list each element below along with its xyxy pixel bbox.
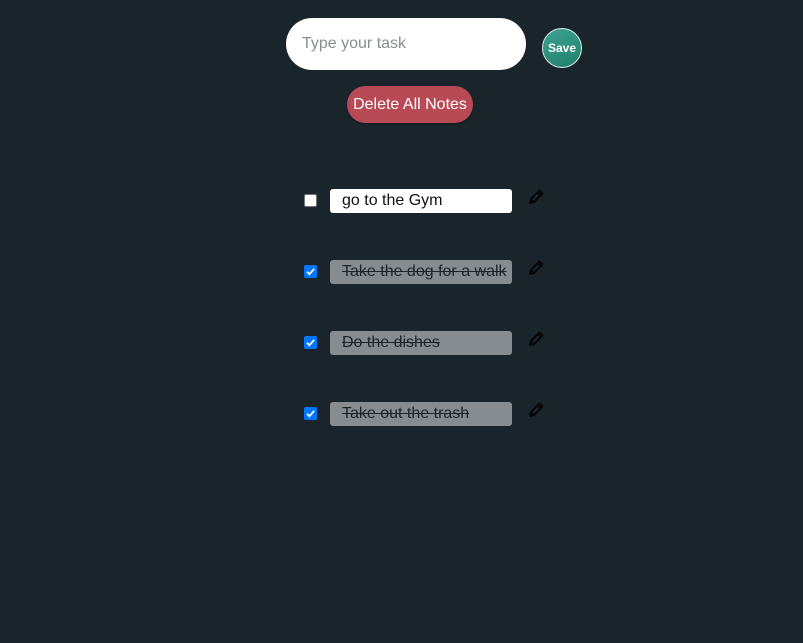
task-checkbox[interactable] [304,407,317,420]
task-item: Take out the trash [0,401,803,427]
save-button[interactable]: Save [542,28,582,68]
task-item: Do the dishes [0,330,803,356]
task-item: Take the dog for a walk [0,259,803,285]
delete-all-notes-button[interactable]: Delete All Notes [347,86,473,123]
todo-app: Save Delete All Notes go to the Gym Take… [0,0,803,643]
task-checkbox[interactable] [304,194,317,207]
task-text[interactable]: go to the Gym [330,189,512,213]
pencil-icon[interactable] [527,330,545,348]
pencil-icon[interactable] [527,259,545,277]
task-text[interactable]: Take out the trash [330,402,512,426]
task-text[interactable]: Do the dishes [330,331,512,355]
pencil-icon[interactable] [527,188,545,206]
task-item: go to the Gym [0,188,803,214]
task-input[interactable] [286,18,526,70]
task-checkbox[interactable] [304,265,317,278]
pencil-icon[interactable] [527,401,545,419]
task-text[interactable]: Take the dog for a walk [330,260,512,284]
task-checkbox[interactable] [304,336,317,349]
